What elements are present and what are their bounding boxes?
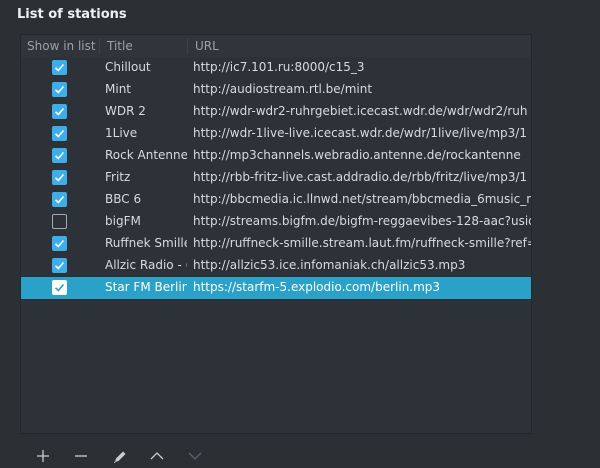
station-title[interactable]: Ruffnek Smille — [105, 236, 187, 250]
checkmark-icon — [54, 85, 65, 94]
table-row[interactable]: Rock Antenne http://mp3channels.webradio.… — [21, 145, 531, 167]
station-url[interactable]: http://mp3channels.webradio.antenne.de/r… — [193, 148, 531, 162]
column-header-url[interactable]: URL — [195, 39, 219, 53]
show-in-list-checkbox[interactable] — [52, 82, 67, 97]
stations-table[interactable]: Show in list Title URL Chillout http://ic… — [20, 34, 532, 434]
station-title[interactable]: Fritz — [105, 170, 187, 184]
table-row[interactable]: bigFM http://streams.bigfm.de/bigfm-regga… — [21, 211, 531, 233]
station-title[interactable]: Chillout — [105, 60, 187, 74]
station-title[interactable]: Rock Antenne — [105, 148, 187, 162]
table-row[interactable]: Chillout http://ic7.101.ru:8000/c15_3 — [21, 57, 531, 79]
station-title[interactable]: BBC 6 — [105, 192, 187, 206]
show-in-list-checkbox[interactable] — [52, 60, 67, 75]
table-header: Show in list Title URL — [21, 35, 531, 57]
checkmark-icon — [54, 107, 65, 116]
table-row[interactable]: Ruffnek Smille http://ruffneck-smille.str… — [21, 233, 531, 255]
station-url[interactable]: http://wdr-wdr2-ruhrgebiet.icecast.wdr.d… — [193, 104, 531, 118]
table-row[interactable]: BBC 6 http://bbcmedia.ic.llnwd.net/stream… — [21, 189, 531, 211]
table-row[interactable]: Mint http://audiostream.rtl.be/mint — [21, 79, 531, 101]
show-in-list-checkbox[interactable] — [52, 214, 67, 229]
station-url[interactable]: http://wdr-1live-live.icecast.wdr.de/wdr… — [193, 126, 531, 140]
show-in-list-checkbox[interactable] — [52, 192, 67, 207]
station-title[interactable]: WDR 2 — [105, 104, 187, 118]
chevron-down-icon — [188, 452, 202, 460]
checkmark-icon — [54, 195, 65, 204]
section-title: List of stations — [17, 7, 127, 22]
station-url[interactable]: http://rbb-fritz-live.cast.addradio.de/r… — [193, 170, 531, 184]
column-separator[interactable] — [99, 38, 100, 54]
plus-icon — [37, 450, 49, 462]
pencil-icon — [114, 451, 126, 463]
show-in-list-checkbox[interactable] — [52, 170, 67, 185]
checkmark-icon — [54, 283, 65, 292]
station-url[interactable]: https://starfm-5.explodio.com/berlin.mp3 — [193, 280, 531, 294]
checkmark-icon — [54, 129, 65, 138]
edit-station-button[interactable] — [104, 442, 134, 468]
column-header-title[interactable]: Title — [107, 39, 133, 53]
table-row[interactable]: Fritz http://rbb-fritz-live.cast.addradio… — [21, 167, 531, 189]
move-down-button[interactable] — [180, 442, 210, 468]
station-url[interactable]: http://allzic53.ice.infomaniak.ch/allzic… — [193, 258, 531, 272]
table-row[interactable]: 1Live http://wdr-1live-live.icecast.wdr.d… — [21, 123, 531, 145]
station-url[interactable]: http://streams.bigfm.de/bigfm-reggaevibe… — [193, 214, 531, 228]
checkmark-icon — [54, 63, 65, 72]
show-in-list-checkbox[interactable] — [52, 126, 67, 141]
show-in-list-checkbox[interactable] — [52, 236, 67, 251]
station-url[interactable]: http://ic7.101.ru:8000/c15_3 — [193, 60, 531, 74]
show-in-list-checkbox[interactable] — [52, 148, 67, 163]
minus-icon — [75, 455, 87, 457]
checkmark-icon — [54, 239, 65, 248]
station-url[interactable]: http://ruffneck-smille.stream.laut.fm/ru… — [193, 236, 531, 250]
station-title[interactable]: bigFM — [105, 214, 187, 228]
station-title[interactable]: 1Live — [105, 126, 187, 140]
show-in-list-checkbox[interactable] — [52, 258, 67, 273]
remove-station-button[interactable] — [66, 442, 96, 468]
station-title[interactable]: Star FM Berlin — [105, 280, 187, 294]
show-in-list-checkbox[interactable] — [52, 280, 67, 295]
settings-panel: List of stations Show in list Title URL … — [0, 0, 600, 468]
add-station-button[interactable] — [28, 442, 58, 468]
checkmark-icon — [54, 173, 65, 182]
table-row[interactable]: Star FM Berlin https://starfm-5.explodio.… — [21, 277, 531, 299]
checkmark-icon — [54, 261, 65, 270]
table-row[interactable]: WDR 2 http://wdr-wdr2-ruhrgebiet.icecast.… — [21, 101, 531, 123]
station-title[interactable]: Allzic Radio - ( — [105, 258, 187, 272]
table-body: Chillout http://ic7.101.ru:8000/c15_3 Mint… — [21, 57, 531, 299]
station-url[interactable]: http://audiostream.rtl.be/mint — [193, 82, 531, 96]
column-separator[interactable] — [187, 38, 188, 54]
table-row[interactable]: Allzic Radio - ( http://allzic53.ice.info… — [21, 255, 531, 277]
move-up-button[interactable] — [142, 442, 172, 468]
show-in-list-checkbox[interactable] — [52, 104, 67, 119]
station-title[interactable]: Mint — [105, 82, 187, 96]
list-toolbar — [20, 442, 532, 468]
chevron-up-icon — [150, 452, 164, 460]
column-header-show[interactable]: Show in list — [27, 39, 96, 53]
station-url[interactable]: http://bbcmedia.ic.llnwd.net/stream/bbcm… — [193, 192, 531, 206]
checkmark-icon — [54, 151, 65, 160]
